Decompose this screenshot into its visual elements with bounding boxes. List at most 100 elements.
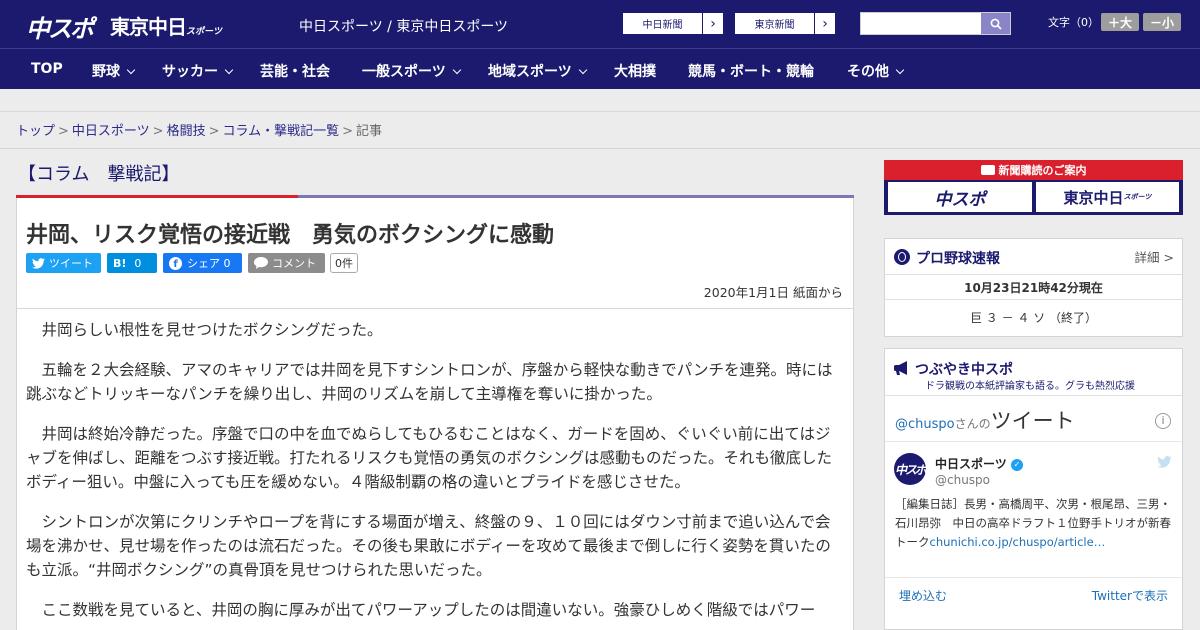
hatena-icon: B! (113, 256, 127, 270)
nav-item-entertainment[interactable]: 芸能・社会 (260, 61, 330, 81)
sub-nav-bar (0, 89, 1200, 112)
article-paragraph: 井岡は終始冷静だった。序盤で口の中を血でぬらしてもひるむことはなく、ガードを固め… (26, 425, 833, 491)
avatar[interactable]: 中スポ (894, 453, 927, 485)
nav-item-racing[interactable]: 競馬・ボート・競輪 (688, 61, 814, 81)
baseball-timestamp: 10月23日21時42分現在 (964, 281, 1103, 295)
nav-item-top[interactable]: TOP (31, 61, 63, 77)
tokyo-chunichi-logo-text: 東京中日 (110, 15, 187, 39)
breadcrumb-separator: > (152, 124, 164, 139)
nav-item-soccer[interactable]: サッカー (162, 61, 234, 81)
megaphone-icon (893, 361, 907, 375)
divider (0, 148, 1200, 149)
font-bigger-button[interactable]: ＋大 (1101, 13, 1139, 31)
facebook-share-label: シェア 0 (187, 257, 231, 270)
breadcrumb-separator: > (342, 124, 354, 139)
tweet-account-handle[interactable]: @chuspo (935, 473, 990, 487)
divider (885, 395, 1182, 396)
chevron-down-icon (224, 65, 234, 75)
nav-item-baseball[interactable]: 野球 (92, 61, 136, 81)
font-size-label: 文字（0） (1048, 16, 1099, 29)
newspaper-icon (980, 165, 995, 175)
tokyo-chunichi-logo-sub: スポーツ (1123, 193, 1152, 201)
breadcrumb-link-column-list[interactable]: コラム・撃戦記一覧 (223, 124, 340, 139)
nav-item-regional-sports[interactable]: 地域スポーツ (488, 61, 587, 81)
tweets-header: @chuspoさんのツイート (895, 405, 1075, 435)
twitter-bird-icon[interactable] (1157, 456, 1172, 468)
breadcrumb: トップ > 中日スポーツ > 格闘技 > コラム・撃戦記一覧 > 記事 (16, 120, 382, 139)
info-icon[interactable]: i (1155, 413, 1171, 429)
divider (885, 577, 1182, 578)
facebook-icon: f (169, 256, 182, 270)
nav-label: 一般スポーツ (362, 64, 446, 80)
baseball-widget-title-text: プロ野球速報 (916, 251, 1000, 267)
comment-button[interactable]: コメント (248, 253, 325, 273)
chunichi-shimbun-label: 中日新聞 (642, 20, 683, 31)
breadcrumb-link-combat[interactable]: 格闘技 (167, 124, 206, 139)
comment-count-badge: 0件 (330, 253, 358, 273)
view-on-twitter-link[interactable]: Twitterで表示 (1092, 587, 1168, 604)
baseball-widget-title: プロ野球速報 (894, 247, 1000, 268)
chunichi-shimbun-link[interactable]: 中日新聞 › (622, 12, 724, 35)
tokyo-shimbun-link[interactable]: 東京新聞 › (734, 12, 836, 35)
breadcrumb-link-chuspo[interactable]: 中日スポーツ (72, 124, 150, 139)
tweet-button[interactable]: ツイート (26, 253, 101, 273)
site-header: 中スポ 東京中日スポーツ 中日スポーツ / 東京中日スポーツ 中日新聞 › 東京… (0, 0, 1200, 48)
nav-label: その他 (847, 64, 889, 80)
hatena-bookmark-button[interactable]: B! 0 (107, 253, 157, 273)
tokyo-chunichi-logo[interactable]: 東京中日スポーツ (110, 11, 222, 40)
chuspo-logo[interactable]: 中スポ (26, 9, 94, 44)
game-result[interactable]: 巨 ３ － ４ ソ （終了） (885, 309, 1182, 326)
nav-label: 地域スポーツ (488, 64, 572, 80)
main-nav: TOP 野球 サッカー 芸能・社会 一般スポーツ 地域スポーツ 大相撲 競馬・ボ… (0, 48, 1200, 89)
divider (885, 441, 1182, 442)
chevron-right-icon: › (702, 13, 723, 34)
tokyo-shimbun-label: 東京新聞 (754, 20, 795, 31)
search-input[interactable] (860, 12, 1011, 35)
title-rule-accent (16, 195, 298, 198)
verified-badge-icon: ✓ (1010, 459, 1023, 471)
nav-label: 競馬・ボート・競輪 (688, 64, 814, 80)
nav-label: サッカー (162, 64, 218, 80)
breadcrumb-current: 記事 (356, 124, 383, 139)
facebook-share-button[interactable]: f シェア 0 (163, 253, 242, 273)
embed-link[interactable]: 埋め込む (899, 587, 947, 604)
comment-label: コメント (272, 257, 316, 270)
column-title: 【コラム 撃戦記】 (18, 164, 180, 185)
divider (16, 308, 854, 309)
nav-label: 芸能・社会 (260, 64, 330, 80)
nav-item-other[interactable]: その他 (847, 61, 905, 81)
tweets-header-word: ツイート (990, 409, 1075, 433)
chevron-right-icon: › (814, 13, 835, 34)
hatena-count: 0 (134, 256, 142, 270)
chevron-down-icon (578, 65, 587, 75)
chevron-down-icon (126, 65, 136, 75)
breadcrumb-separator: > (58, 124, 69, 139)
breadcrumb-separator: > (208, 124, 220, 139)
tweet-account[interactable]: 中日スポーツ ✓ (935, 455, 1023, 472)
nav-label: 大相撲 (614, 64, 656, 80)
font-smaller-button[interactable]: －小 (1143, 13, 1181, 31)
article-paragraph: ここ数戦を見ていると、井岡の胸に厚みが出てパワーアップしたのは間違いない。強豪ひ… (41, 601, 816, 619)
chuspo-logo: 中スポ (888, 182, 1032, 212)
avatar-logo-text: 中スポ (894, 462, 927, 477)
nav-item-sumo[interactable]: 大相撲 (614, 61, 656, 81)
baseball-icon (894, 249, 910, 265)
tweet-link[interactable]: chunichi.co.jp/chuspo/article… (930, 535, 1106, 549)
subscription-banner-title: 新聞購読のご案内 (884, 160, 1183, 180)
article-paragraph: 井岡らしい根性を見せつけたボクシングだった。 (41, 321, 383, 339)
nav-item-general-sports[interactable]: 一般スポーツ (362, 61, 461, 81)
article-paragraph: 五輪を２大会経験、アマのキャリアでは井岡を見下すシントロンが、序盤から軽快な動き… (26, 361, 833, 403)
article-paragraph: シントロンが次第にクリンチやロープを背にする場面が増え、終盤の９、１０回にはダウ… (26, 513, 831, 579)
search-button[interactable] (981, 13, 1010, 34)
article-date: 2020年1月1日 紙面から (703, 285, 843, 300)
twitter-widget-title-text: つぶやき中スポ (915, 362, 1013, 378)
tweet-label: ツイート (49, 257, 93, 270)
article-headline: 井岡、リスク覚悟の接近戦 勇気のボクシングに感動 (26, 223, 555, 248)
tokyo-chunichi-logo: 東京中日 スポーツ (1036, 182, 1179, 212)
search-icon (990, 18, 1002, 30)
subscription-banner[interactable]: 新聞購読のご案内 中スポ 東京中日 スポーツ (884, 160, 1183, 215)
twitter-handle-link[interactable]: @chuspo (895, 417, 955, 432)
breadcrumb-link-top[interactable]: トップ (16, 124, 55, 139)
baseball-detail-link[interactable]: 詳細 > (1135, 247, 1174, 266)
nav-label: TOP (31, 61, 63, 77)
